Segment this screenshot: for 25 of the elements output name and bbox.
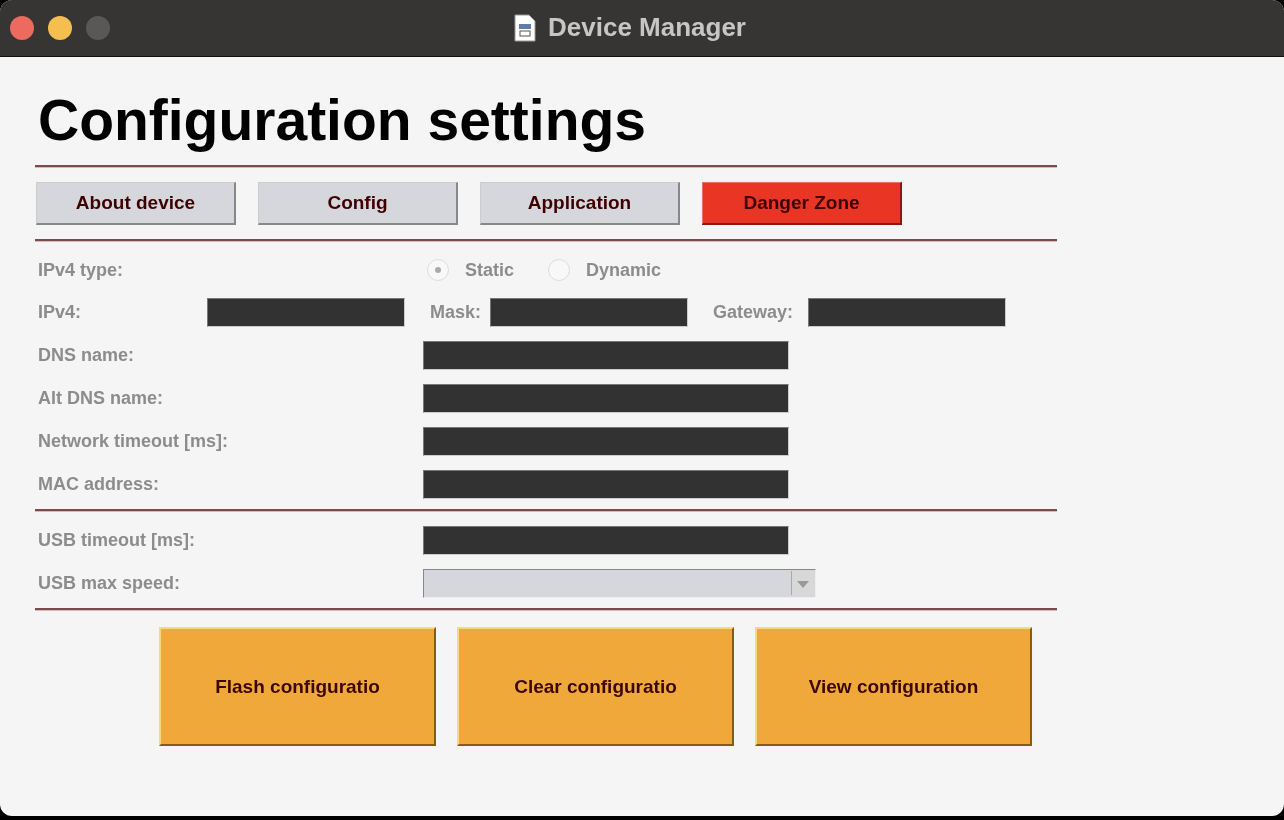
action-button[interactable]: Clear configuratio	[457, 627, 734, 746]
tab[interactable]: Danger Zone	[702, 182, 902, 225]
radio-label: Dynamic	[586, 259, 662, 281]
field-label: IPv4 type:	[38, 259, 125, 281]
tab[interactable]: Application	[480, 182, 680, 225]
field-label: Mask:	[430, 302, 483, 323]
field-label: USB max speed:	[38, 573, 182, 594]
field-label: MAC address:	[38, 474, 161, 495]
tab[interactable]: About device	[36, 182, 236, 225]
field-label: Alt DNS name:	[38, 388, 164, 409]
radio-label: Static	[465, 259, 515, 281]
action-button[interactable]: Flash configuratio	[159, 627, 436, 746]
tab[interactable]: Config	[258, 182, 458, 225]
field-label: USB timeout [ms]:	[38, 530, 196, 551]
field-label: IPv4:	[38, 302, 83, 323]
window-title: Device Manager	[548, 12, 746, 43]
action-button[interactable]: View configuration	[755, 627, 1032, 746]
field-label: Network timeout [ms]:	[38, 431, 229, 452]
document-icon	[514, 13, 536, 42]
field-label: Gateway:	[713, 302, 795, 323]
caret-icon	[791, 571, 814, 595]
page-heading: Configuration settings	[38, 87, 647, 154]
field-label: DNS name:	[38, 345, 136, 366]
minimize-icon[interactable]	[48, 16, 72, 40]
close-icon[interactable]	[10, 16, 34, 40]
